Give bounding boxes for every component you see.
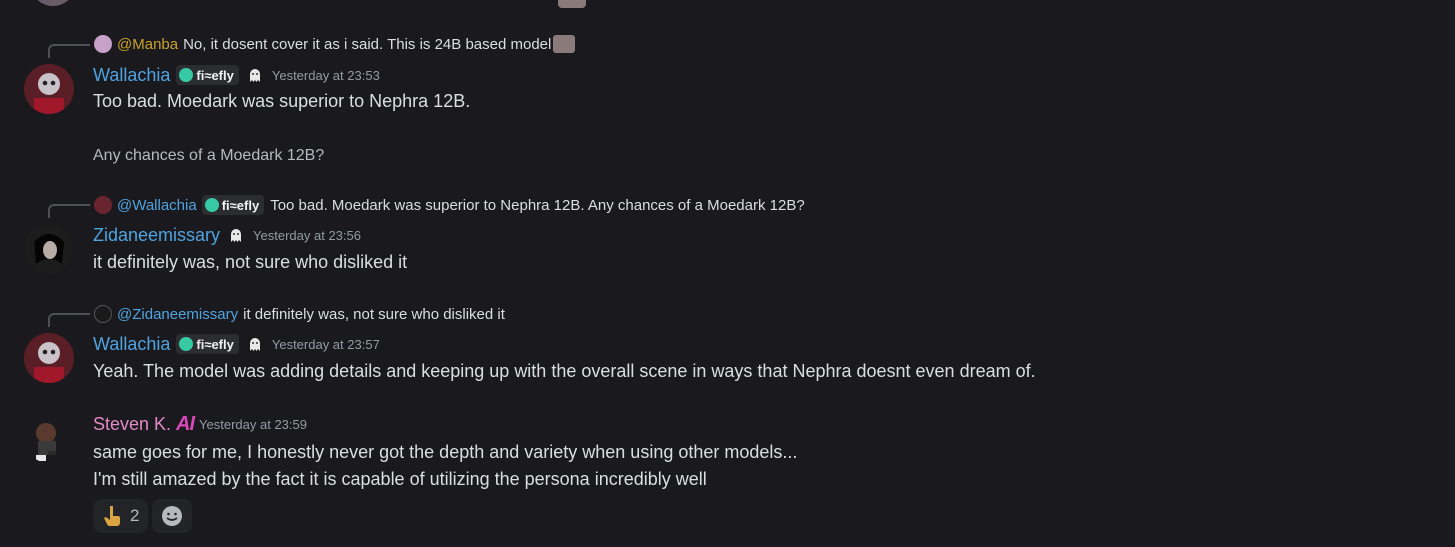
avatar[interactable] [24,64,74,114]
guild-tag-label: fi≈efly [221,197,260,213]
reply-avatar [94,35,112,53]
message-text: it definitely was, not sure who disliked… [93,252,408,272]
timestamp: Yesterday at 23:59 [199,416,307,432]
reply-mention[interactable]: @Manba [117,36,178,53]
ghost-icon [247,336,263,352]
reactions-bar: 2 [93,499,193,533]
add-reaction-icon [161,505,183,527]
avatar[interactable] [24,333,74,383]
message-text: Yeah. The model was adding details and k… [93,361,1036,381]
reply-preview[interactable]: @Wallachia fi≈efly Too bad. Moedark was … [94,195,805,215]
reply-connector [48,204,90,218]
username[interactable]: Wallachia [93,334,170,355]
guild-tag[interactable]: fi≈efly [176,334,239,354]
guild-tag[interactable]: fi≈efly [201,195,265,215]
partial-avatar [30,0,76,6]
ghost-icon [228,227,244,243]
reply-avatar [94,196,112,214]
reply-avatar [94,305,112,323]
message-header: Steven K. AI Yesterday at 23:59 [93,413,307,435]
guild-tag-label: fi≈efly [196,67,234,83]
reply-text: No, it dosent cover it as i said. This i… [183,35,552,53]
pointing-hand-emoji-icon [102,505,122,527]
add-reaction-button[interactable] [152,499,193,533]
reply-connector [48,44,90,58]
username[interactable]: Wallachia [93,65,170,86]
username[interactable]: Zidaneemissary [93,225,220,246]
reply-mention[interactable]: @Wallachia [117,197,197,214]
message-text: same goes for me, I honestly never got t… [93,442,798,462]
reply-preview[interactable]: @Zidaneemissary it definitely was, not s… [94,304,505,324]
message-header: Zidaneemissary Yesterday at 23:56 [93,224,361,246]
message-header: Wallachia fi≈efly Yesterday at 23:53 [93,64,380,86]
reply-text: it definitely was, not sure who disliked… [243,305,505,323]
emoji-icon [553,35,576,53]
timestamp: Yesterday at 23:57 [271,336,380,352]
firefly-icon [204,198,219,212]
reply-preview[interactable]: @Manba No, it dosent cover it as i said.… [94,34,576,54]
avatar[interactable] [24,413,74,463]
reaction-pointing-hand[interactable]: 2 [93,499,149,533]
reply-text: Too bad. Moedark was superior to Nephra … [270,196,805,214]
firefly-icon [179,337,194,351]
message-text: Too bad. Moedark was superior to Nephra … [93,91,471,111]
partial-image [558,0,586,8]
message-header: Wallachia fi≈efly Yesterday at 23:57 [93,333,380,355]
reaction-count: 2 [130,506,140,525]
avatar[interactable] [24,224,74,274]
guild-tag-label: fi≈efly [196,336,234,352]
ai-badge-icon: AI [176,412,195,435]
firefly-icon [179,68,194,82]
ghost-icon [247,67,263,83]
timestamp: Yesterday at 23:56 [253,227,361,243]
reply-connector [48,313,90,327]
timestamp: Yesterday at 23:53 [271,67,380,83]
username[interactable]: Steven K. [93,414,171,435]
guild-tag[interactable]: fi≈efly [176,65,239,85]
message-text: Any chances of a Moedark 12B? [93,147,325,164]
reply-mention[interactable]: @Zidaneemissary [117,306,238,323]
message-text: I'm still amazed by the fact it is capab… [93,469,707,489]
